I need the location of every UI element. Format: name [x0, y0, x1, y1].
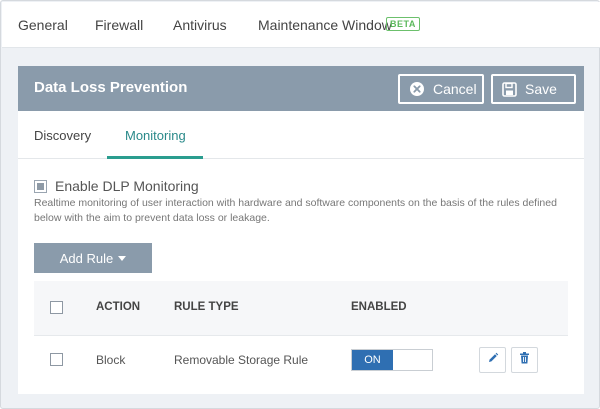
select-all-checkbox[interactable] [50, 301, 63, 314]
header-rule-type: RULE TYPE [174, 301, 239, 313]
dialog-frame: General Firewall Antivirus Maintenance W… [0, 0, 600, 409]
edit-rule-button[interactable] [479, 347, 506, 373]
tab-maintenance-window[interactable]: Maintenance Window [258, 17, 392, 33]
table-row: Block Removable Storage Rule ON [34, 335, 568, 384]
dlp-description: Realtime monitoring of user interaction … [34, 197, 557, 224]
dlp-panel: Data Loss Prevention Cancel Save Discove… [18, 66, 584, 394]
row-action: Block [96, 353, 126, 367]
close-circle-icon [409, 81, 425, 97]
add-rule-label: Add Rule [59, 250, 114, 266]
beta-badge: BETA [386, 17, 420, 31]
trash-icon [519, 351, 530, 369]
add-rule-button[interactable]: Add Rule [34, 243, 152, 273]
pencil-icon [487, 351, 499, 369]
header-action: ACTION [96, 301, 141, 313]
delete-rule-button[interactable] [511, 347, 538, 373]
panel-header: Data Loss Prevention Cancel Save [18, 66, 584, 111]
top-tab-bar: General Firewall Antivirus Maintenance W… [2, 2, 600, 48]
save-button[interactable]: Save [491, 74, 576, 104]
active-tab-indicator [107, 156, 203, 159]
table-header: ACTION RULE TYPE ENABLED [34, 281, 568, 335]
tab-general[interactable]: General [18, 17, 68, 33]
sub-tab-bar: Discovery Monitoring [18, 111, 584, 159]
floppy-disk-icon [502, 81, 517, 97]
enabled-toggle[interactable]: ON [351, 349, 433, 371]
rules-table: ACTION RULE TYPE ENABLED Block Removable… [34, 281, 568, 384]
cancel-button[interactable]: Cancel [398, 74, 484, 104]
tab-antivirus[interactable]: Antivirus [173, 17, 227, 33]
enable-dlp-checkbox[interactable] [34, 179, 47, 193]
tab-discovery[interactable]: Discovery [34, 128, 91, 143]
panel-title: Data Loss Prevention [34, 79, 188, 96]
header-enabled: ENABLED [351, 301, 407, 313]
toggle-on-label: ON [352, 350, 393, 370]
caret-down-icon [118, 255, 127, 261]
row-checkbox[interactable] [50, 353, 63, 366]
enable-dlp-label: Enable DLP Monitoring [55, 178, 199, 194]
tab-firewall[interactable]: Firewall [95, 17, 143, 33]
tab-monitoring[interactable]: Monitoring [125, 128, 186, 143]
save-label: Save [525, 81, 557, 97]
cancel-label: Cancel [433, 81, 477, 97]
row-rule-type: Removable Storage Rule [174, 353, 309, 367]
enable-dlp-row: Enable DLP Monitoring [34, 178, 199, 194]
